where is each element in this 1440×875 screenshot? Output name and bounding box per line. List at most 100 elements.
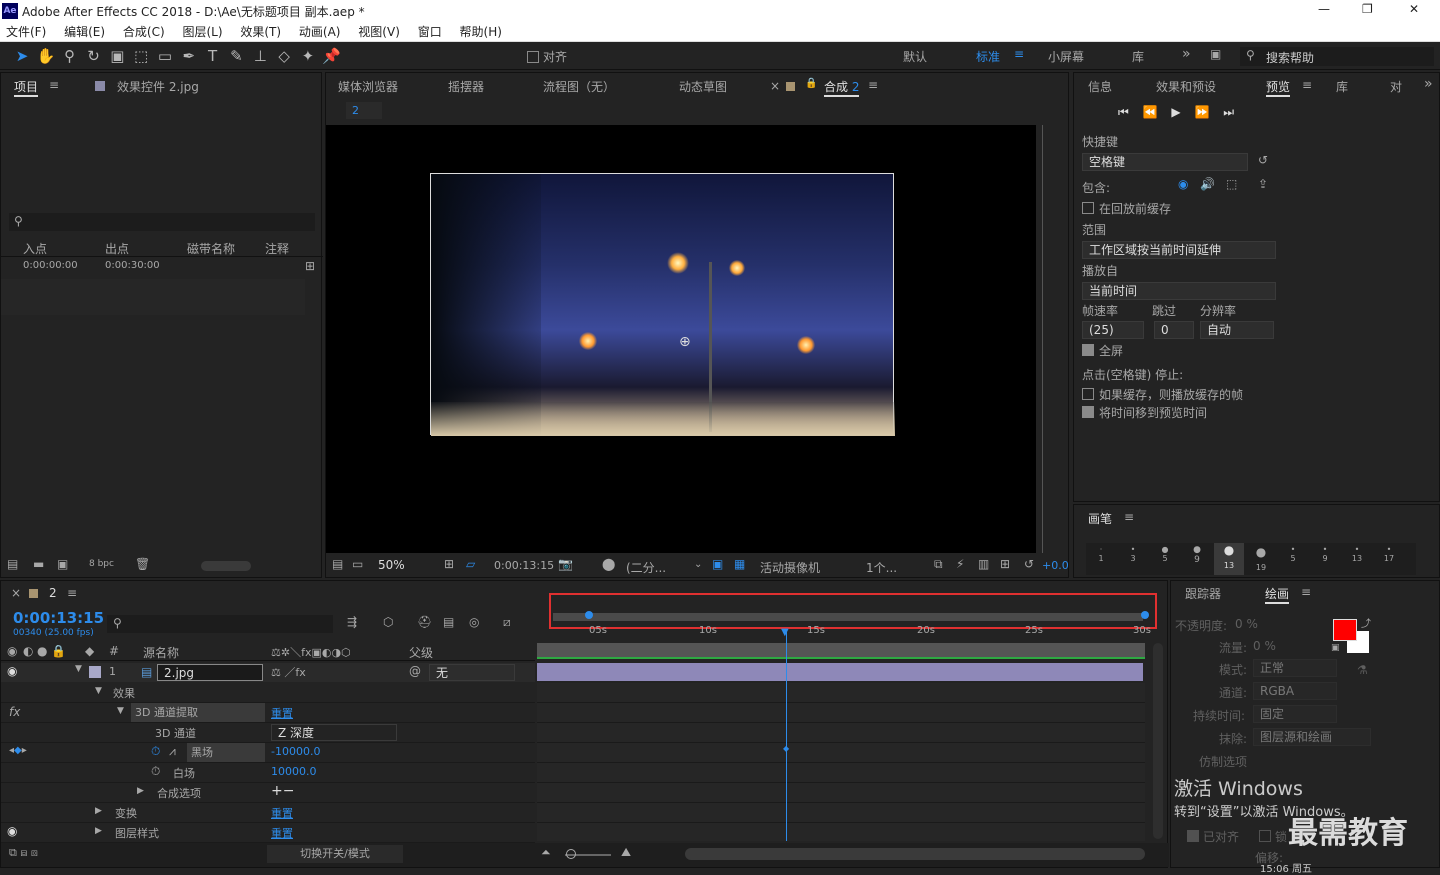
pickwhip-icon[interactable]: @ [409, 664, 421, 678]
tab-tracker[interactable]: 跟踪器 [1185, 585, 1221, 602]
expand-icon[interactable]: ▼ [75, 664, 82, 674]
export-icon[interactable]: ⇪ [1258, 177, 1268, 191]
show-channel-icon[interactable]: ⬤ [602, 557, 615, 571]
more-workspaces-icon[interactable]: » [1182, 46, 1191, 62]
col-in[interactable]: 入点 [23, 240, 47, 257]
tab-project[interactable]: 项目 [14, 78, 39, 97]
layer-switches-pane-icon[interactable]: ⧉ ⧈ ⧇ [9, 846, 38, 860]
tab-effects-presets[interactable]: 效果和预设 [1156, 78, 1216, 95]
brush-tip-10[interactable]: • 17 [1380, 545, 1398, 563]
tab-media-browser[interactable]: 媒体浏览器 [338, 78, 398, 95]
rectangle-tool-icon[interactable]: ▭ [155, 46, 175, 66]
fast-previews-icon[interactable]: ⚡ [956, 557, 964, 571]
views-select[interactable]: 1个... [866, 559, 897, 576]
menu-animation[interactable]: 动画(A) [299, 22, 341, 42]
col-comment[interactable]: 注释 [265, 240, 289, 257]
lock-source-checkbox[interactable] [1259, 830, 1271, 842]
layer-styles-reset[interactable]: 重置 [271, 825, 293, 841]
help-search[interactable]: ⚲ 搜索帮助 [1240, 47, 1434, 66]
toggle-view-icon[interactable]: ⧉ [934, 557, 943, 572]
snapshot-icon[interactable]: 📷 [558, 557, 573, 571]
interpret-footage-icon[interactable]: ▤ [7, 557, 18, 571]
expand-icon[interactable]: ▶ [95, 826, 102, 836]
tab-motion-sketch[interactable]: 动态草图 [679, 78, 727, 95]
flowchart-icon[interactable]: ⊞ [1000, 557, 1010, 571]
zoom-select[interactable]: 50% [372, 557, 436, 575]
maximize-button[interactable]: ❐ [1362, 2, 1373, 16]
timeline-scrollbar[interactable] [685, 848, 1145, 860]
black-point-value[interactable]: -10000.0 [271, 745, 320, 758]
layer-switches-icon[interactable]: ⚖ ／fx [271, 664, 306, 680]
graph-scrollbar[interactable] [1153, 643, 1163, 839]
brush-tip-3[interactable]: ● 5 [1156, 545, 1174, 563]
brush-tip-2[interactable]: • 3 [1124, 545, 1142, 563]
include-overlays-icon[interactable]: ⬚ [1226, 177, 1237, 191]
tab-composition[interactable]: 合成 2 [824, 78, 860, 97]
zoom-in-icon[interactable]: ⛰ [621, 845, 631, 860]
sync-settings-icon[interactable]: ▣ [1210, 47, 1221, 61]
work-area-start[interactable] [585, 611, 593, 619]
grid-icon[interactable]: ⊞ [444, 557, 454, 571]
workspace-default[interactable]: 默认 [903, 48, 927, 65]
workspace-library[interactable]: 库 [1132, 48, 1144, 65]
more-tabs-icon[interactable]: » [1424, 76, 1433, 92]
white-point-value[interactable]: 10000.0 [271, 765, 317, 778]
eraser-tool-icon[interactable]: ◇ [274, 46, 294, 66]
toggle-switches-modes[interactable]: 切换开关/模式 [267, 845, 403, 863]
effect-row[interactable]: fx ▼ 3D 通道提取 重置 [1, 703, 535, 723]
prev-frame-icon[interactable]: ⏪ [1143, 105, 1158, 119]
transform-row[interactable]: ▶ 变换 重置 [1, 803, 535, 823]
menu-view[interactable]: 视图(V) [358, 22, 400, 42]
stopwatch-icon[interactable]: ⏱ [151, 764, 160, 779]
new-comp-icon[interactable]: ▣ [57, 557, 68, 571]
channel-select[interactable]: Z 深度 [271, 724, 397, 741]
col-out[interactable]: 出点 [105, 240, 129, 257]
brush-tip-7[interactable]: • 5 [1284, 545, 1302, 563]
zoom-out-icon[interactable]: ⏶ [541, 845, 551, 860]
erase-select[interactable]: 图层源和绘画 [1253, 728, 1371, 746]
expand-icon[interactable]: ▼ [117, 706, 124, 716]
project-search[interactable]: ⚲ [9, 213, 315, 231]
foreground-color-swatch[interactable] [1333, 619, 1357, 641]
pan-behind-tool-icon[interactable]: ⬚ [131, 46, 151, 66]
keyframe-nav-icon[interactable]: ◂◆▸ [9, 745, 27, 756]
trash-icon[interactable]: 🗑 [135, 557, 150, 571]
col-source-name[interactable]: 源名称 [143, 644, 179, 661]
fullscreen-checkbox[interactable] [1082, 344, 1094, 356]
timeline-menu-icon[interactable]: ≡ [67, 586, 77, 600]
camera-tool-icon[interactable]: ▣ [107, 46, 127, 66]
thumbnail-slider[interactable] [201, 561, 251, 571]
play-icon[interactable]: ▶ [1171, 105, 1180, 119]
menu-window[interactable]: 窗口 [418, 22, 442, 42]
tab-wiggler[interactable]: 摇摆器 [448, 78, 484, 95]
default-colors-icon[interactable]: ▣ [1331, 643, 1340, 653]
layer-styles-row[interactable]: ◉ ▶ 图层样式 重置 [1, 823, 535, 843]
expand-icon[interactable]: ▼ [95, 686, 102, 696]
layer-row[interactable]: ◉ ▼ 1 ▤ 2.jpg ⚖ ／fx @ 无 [1, 663, 535, 682]
minimize-button[interactable]: — [1318, 2, 1330, 16]
parent-select[interactable]: 无 [429, 664, 515, 681]
align-checkbox[interactable] [527, 51, 539, 63]
rotate-tool-icon[interactable]: ↻ [83, 46, 103, 66]
graph-editor-icon[interactable]: ⧄ [503, 615, 511, 630]
always-preview-icon[interactable]: ▤ [332, 557, 343, 571]
channel-row[interactable]: 3D 通道 Z 深度 [1, 723, 535, 743]
clone-stamp-tool-icon[interactable]: ⊥ [250, 46, 270, 66]
close-timeline-icon[interactable]: × [11, 586, 21, 600]
playhead-icon[interactable]: ▼ [781, 627, 789, 638]
transparency-icon[interactable]: ▦ [734, 557, 745, 571]
channels-select[interactable]: RGBA [1253, 682, 1337, 700]
eye-icon[interactable]: ◉ [7, 824, 17, 838]
work-area-bar[interactable] [553, 613, 1143, 621]
chevron-down-icon[interactable]: ⌄ [694, 559, 702, 570]
include-audio-icon[interactable]: 🔊 [1200, 177, 1215, 191]
next-frame-icon[interactable]: ⏩ [1194, 105, 1209, 119]
first-frame-icon[interactable]: ⏮ [1118, 105, 1129, 119]
skip-select[interactable]: 0 [1154, 321, 1194, 339]
zoom-tool-icon[interactable]: ⚲ [60, 46, 80, 66]
menu-edit[interactable]: 编辑(E) [64, 22, 105, 42]
shortcut-select[interactable]: 空格键 [1082, 153, 1248, 171]
menu-help[interactable]: 帮助(H) [460, 22, 502, 42]
brush-tip-5[interactable]: ● 13 [1214, 543, 1244, 575]
project-row[interactable]: 0:00:00:00 0:00:30:00 [1, 259, 305, 277]
